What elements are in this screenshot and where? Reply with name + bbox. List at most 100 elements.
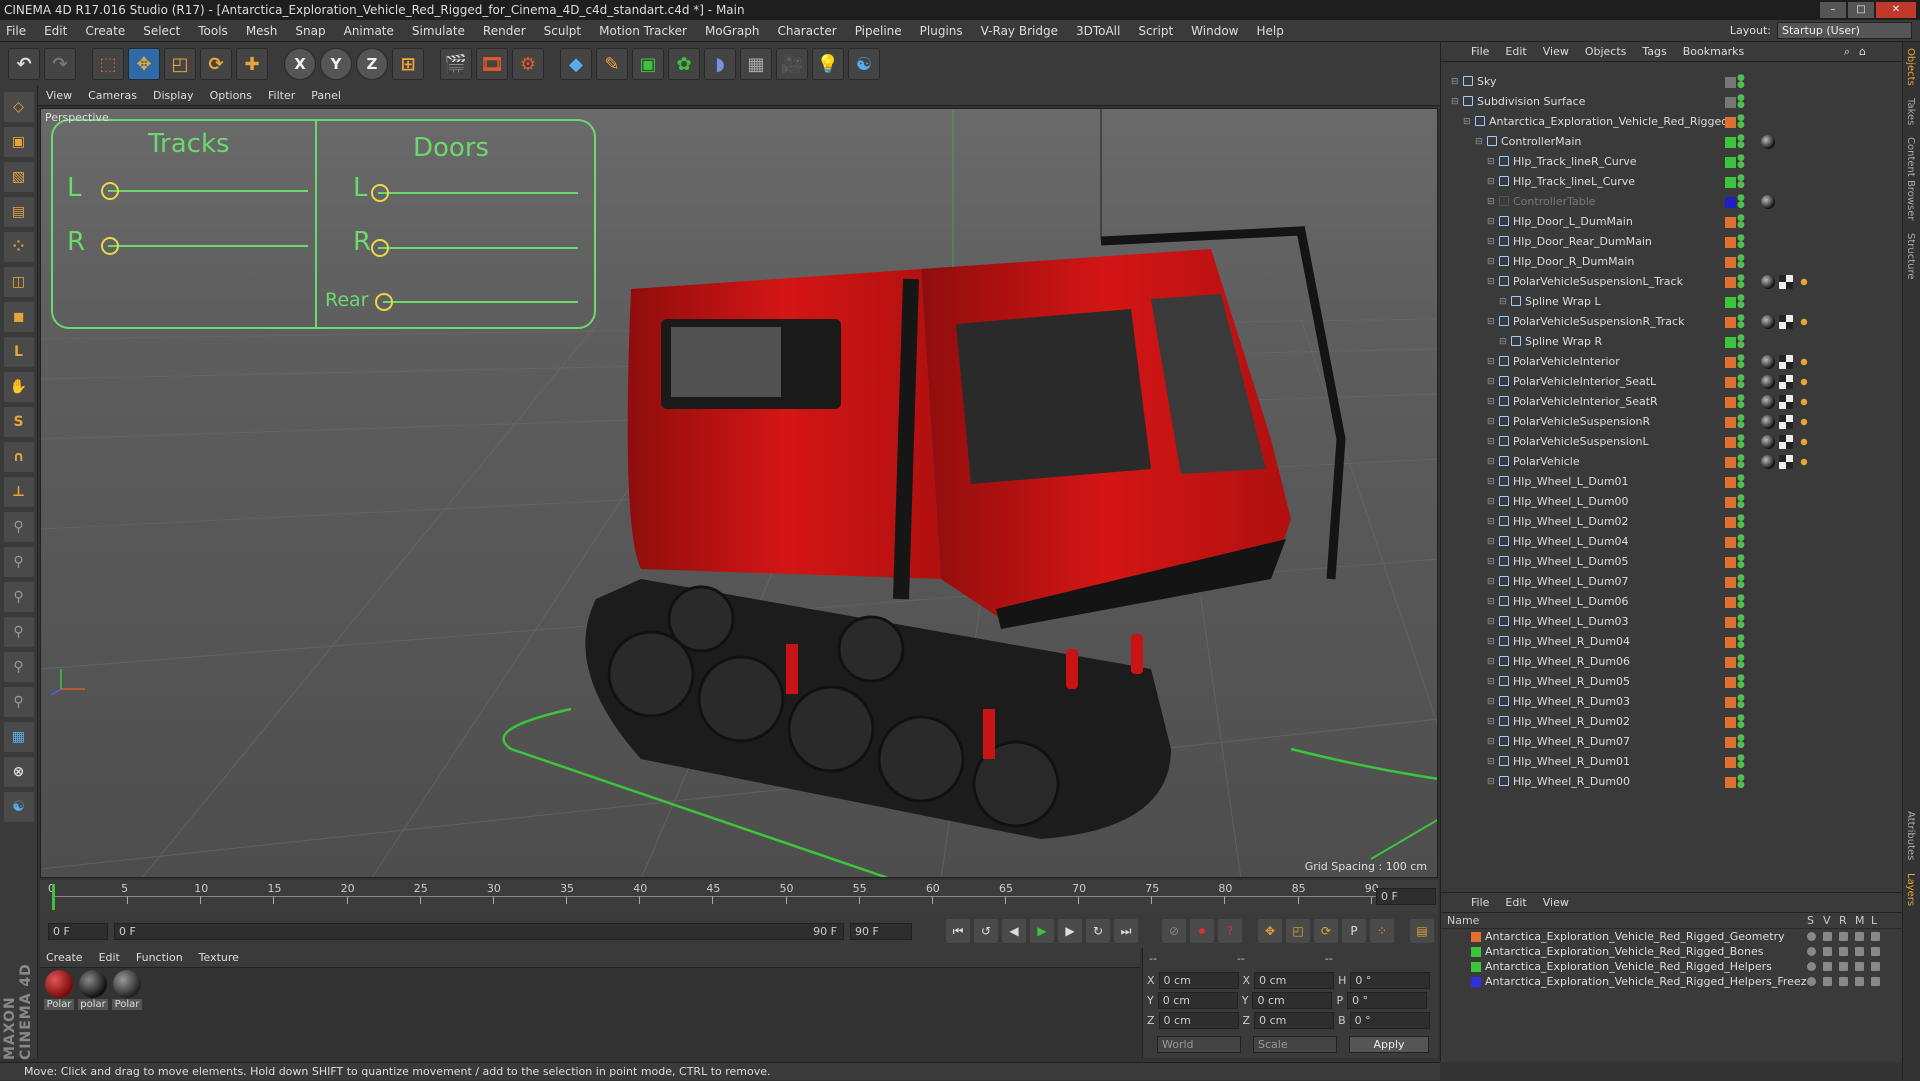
visibility-dots-icon[interactable]: ● ● [1737,94,1745,110]
workplane-icon[interactable]: ▤ [3,197,34,227]
object-row[interactable]: ⊟ Hlp_Door_R_DumMain ● ● [1441,252,1903,272]
visibility-dots-icon[interactable]: ● ● [1737,474,1745,490]
texture-tag-icon[interactable] [1779,355,1793,369]
obj-menu-view[interactable]: View [1543,45,1569,58]
python-script-icon[interactable]: ☯ [3,792,34,822]
timeline-ruler[interactable]: 051015202530354045505560657075808590 0 F [40,880,1438,914]
visibility-dots-icon[interactable]: ● ● [1737,714,1745,730]
expand-toggle-icon[interactable]: ⊟ [1487,232,1495,252]
menu-snap[interactable]: Snap [295,24,325,38]
layer-color-swatch[interactable] [1725,257,1736,268]
layer-color-swatch[interactable] [1725,457,1736,468]
visibility-dots-icon[interactable]: ● ● [1737,374,1745,390]
material-tag-icon[interactable] [1761,355,1775,369]
object-row[interactable]: ⊟ Hlp_Wheel_L_Dum04 ● ● [1441,532,1903,552]
material-swatch[interactable]: Polar [44,970,74,1014]
pen-icon[interactable]: ✎ [596,48,628,80]
snap-icon[interactable]: ∩ [3,442,34,472]
viewport-menu-cameras[interactable]: Cameras [88,89,137,102]
layer-flag-icon[interactable] [1839,932,1848,941]
texture-tag-icon[interactable] [1779,315,1793,329]
object-row[interactable]: ⊟ Hlp_Wheel_R_Dum03 ● ● [1441,692,1903,712]
axis-mode-icon[interactable]: L [3,337,34,367]
object-row[interactable]: ⊟ Hlp_Wheel_R_Dum05 ● ● [1441,672,1903,692]
record-position-icon[interactable]: ⊘ [1162,919,1186,943]
expand-toggle-icon[interactable]: ⊟ [1487,572,1495,592]
expand-toggle-icon[interactable]: ⊟ [1487,392,1495,412]
ik-tag-icon[interactable] [1797,455,1811,469]
key-parameter-icon[interactable]: P [1342,919,1366,943]
menu-script[interactable]: Script [1138,24,1173,38]
model-mode-icon[interactable]: ▣ [3,127,34,157]
tweak-mode-icon[interactable]: ✋ [3,372,34,402]
coordinate-mode-dropdown[interactable]: World [1157,1036,1241,1053]
position-y-field[interactable]: 0 cm [1157,992,1238,1009]
visibility-dots-icon[interactable]: ● ● [1737,114,1745,130]
workplane-lock-icon[interactable]: ⊥ [3,477,34,507]
layer-flag-icon[interactable] [1855,977,1864,986]
visibility-dots-icon[interactable]: ● ● [1737,594,1745,610]
viewport-menu-options[interactable]: Options [210,89,252,102]
expand-toggle-icon[interactable]: ⊟ [1487,512,1495,532]
home-icon[interactable]: ⌂ [1859,45,1866,58]
magnet-icon[interactable]: ⊗ [3,757,34,787]
solo-mode-icon[interactable]: S [3,407,34,437]
doors-rear-slider-handle[interactable] [375,293,393,311]
expand-toggle-icon[interactable]: ⊟ [1487,652,1495,672]
layer-flag-icon[interactable] [1871,932,1880,941]
y-axis-icon[interactable]: Y [320,48,352,80]
object-row[interactable]: ⊟ ControllerMain ● ● [1441,132,1903,152]
texture-tag-icon[interactable] [1779,455,1793,469]
visibility-dots-icon[interactable]: ● ● [1737,494,1745,510]
layer-flag-icon[interactable] [1807,947,1816,956]
menu-window[interactable]: Window [1191,24,1238,38]
layer-color-swatch[interactable] [1725,317,1736,328]
viewport-menu-view[interactable]: View [46,89,72,102]
layer-color-swatch[interactable] [1725,437,1736,448]
obj-menu-bookmarks[interactable]: Bookmarks [1683,45,1744,58]
size-y-field[interactable]: 0 cm [1252,992,1333,1009]
maximize-button[interactable]: □ [1848,2,1874,18]
object-row[interactable]: ⊟ Hlp_Door_Rear_DumMain ● ● [1441,232,1903,252]
expand-toggle-icon[interactable]: ⊟ [1487,372,1495,392]
object-row[interactable]: ⊟ Sky ● ● [1441,72,1903,92]
layer-color-swatch[interactable] [1471,962,1481,972]
layer-menu-edit[interactable]: Edit [1505,896,1526,909]
last-tool-icon[interactable]: ✚ [236,48,268,80]
previous-frame-icon[interactable]: ◀ [1002,919,1026,943]
camera-icon[interactable]: 🎥 [776,48,808,80]
layer-flag-icon[interactable] [1871,977,1880,986]
close-button[interactable]: ✕ [1876,2,1916,18]
perspective-viewport[interactable]: Tracks Doors L R L R Rear Perspective Gr… [40,108,1438,878]
tab-content-browser[interactable]: Content Browser [1903,131,1918,226]
expand-toggle-icon[interactable]: ⊟ [1487,672,1495,692]
tab-layers[interactable]: Layers [1903,867,1918,912]
layer-color-swatch[interactable] [1725,677,1736,688]
visibility-dots-icon[interactable]: ● ● [1737,394,1745,410]
expand-toggle-icon[interactable]: ⊟ [1487,732,1495,752]
layer-color-swatch[interactable] [1725,657,1736,668]
object-row[interactable]: ⊟ Hlp_Wheel_R_Dum07 ● ● [1441,732,1903,752]
points-mode-icon[interactable]: ⁘ [3,232,34,262]
apply-button[interactable]: Apply [1349,1036,1429,1053]
layer-row[interactable]: Antarctica_Exploration_Vehicle_Red_Rigge… [1441,944,1902,959]
layer-flag-icon[interactable] [1855,932,1864,941]
object-row[interactable]: ⊟ Hlp_Wheel_L_Dum05 ● ● [1441,552,1903,572]
texture-tag-icon[interactable] [1779,375,1793,389]
expand-toggle-icon[interactable]: ⊟ [1487,452,1495,472]
visibility-dots-icon[interactable]: ● ● [1737,194,1745,210]
end-frame-field[interactable]: 90 F [850,922,912,940]
layer-flag-icon[interactable] [1871,962,1880,971]
menu-animate[interactable]: Animate [344,24,394,38]
layer-flag-icon[interactable] [1807,932,1816,941]
tab-structure[interactable]: Structure [1903,227,1918,286]
layer-color-swatch[interactable] [1725,697,1736,708]
layer-color-swatch[interactable] [1725,117,1736,128]
layer-color-swatch[interactable] [1725,337,1736,348]
expand-toggle-icon[interactable]: ⊟ [1487,712,1495,732]
menu-character[interactable]: Character [777,24,836,38]
layer-color-swatch[interactable] [1471,932,1481,942]
visibility-dots-icon[interactable]: ● ● [1737,434,1745,450]
expand-toggle-icon[interactable]: ⊟ [1487,152,1495,172]
visibility-dots-icon[interactable]: ● ● [1737,414,1745,430]
